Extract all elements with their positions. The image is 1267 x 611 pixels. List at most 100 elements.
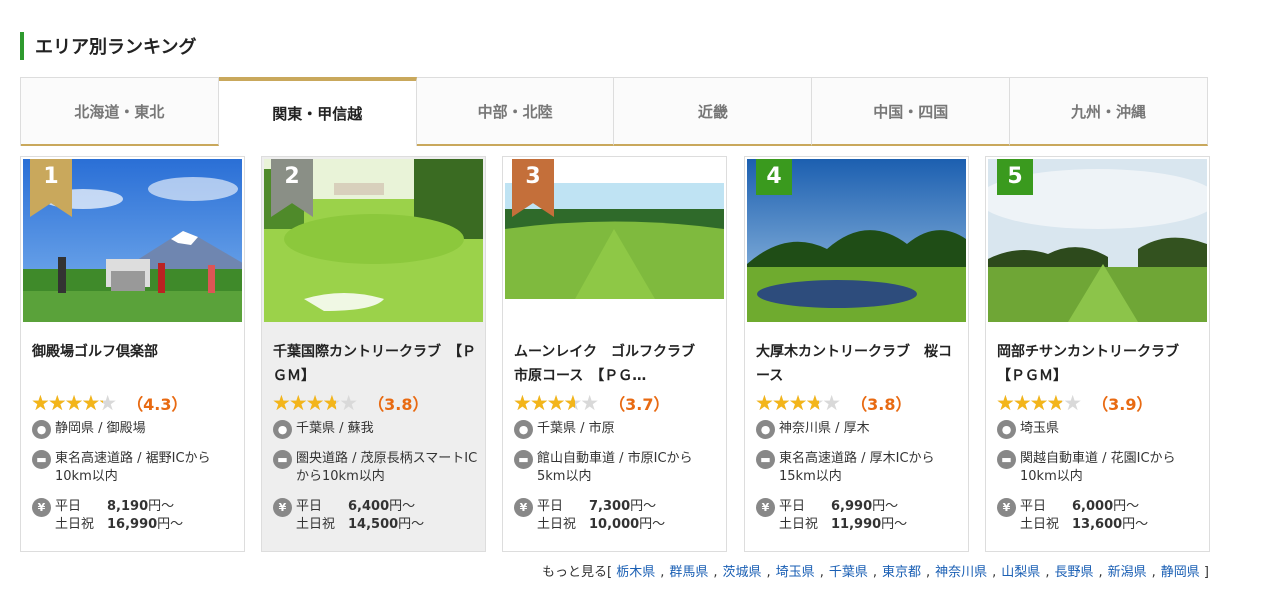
weekday-amount: 7,300 (589, 499, 631, 514)
course-card[interactable]: 3 ムーンレイク ゴルフクラブ 市原コース 【ＰＧ… ★★★★★★★★★★ （3.7）… (502, 156, 727, 552)
course-card[interactable]: 1 御殿場ゴルフ倶楽部 ★★★★★★★★★★ （4.3） ● 静岡県 / 御殿場 ▬東名高速… (20, 156, 245, 552)
course-access: ▬ 東名高速道路 / 裾野ICから10km以内 (32, 450, 237, 486)
access-text: 館山自動車道 / 市原ICから5km以内 (537, 451, 693, 484)
ranking-cards: 1御殿場ゴルフ倶楽部★★★★★★★★★★（4.3）●静岡県 / 御殿場▬東名高速… (20, 156, 1210, 552)
prefecture-link[interactable]: 栃木県 (616, 565, 655, 580)
access-text: 東名高速道路 / 厚木ICから15km以内 (779, 451, 935, 484)
section-title: エリア別ランキング (35, 37, 197, 58)
course-photo[interactable]: 5 (988, 159, 1207, 322)
weekday-label: 平日 (779, 499, 806, 514)
price-suffix: 円～ (148, 499, 175, 514)
weekday-price: 平日 6,000円～ (1020, 498, 1148, 516)
map-pin-icon: ● (997, 420, 1016, 439)
car-icon: ▬ (32, 450, 51, 469)
prefecture-link[interactable]: 東京都 (882, 565, 921, 580)
location-text: 埼玉県 (1020, 421, 1060, 436)
course-card[interactable]: 2 千葉国際カントリークラブ 【ＰＧＭ】 ★★★★★★★★★★ （3.8） ● 千葉県 /… (261, 156, 486, 552)
weekday-amount: 8,190 (107, 499, 149, 514)
tab-3[interactable]: 中部・北陸 (416, 77, 615, 146)
holiday-price: 土日祝 10,000円～ (537, 516, 665, 534)
rating-score: （3.8） (851, 395, 912, 414)
yen-icon: ¥ (514, 498, 533, 517)
star-rating-icon: ★★★★★★★★★★ (272, 391, 358, 415)
holiday-price: 土日祝 16,990円～ (55, 516, 183, 534)
separator: , (872, 565, 877, 580)
separator: , (926, 565, 931, 580)
course-access: ▬ 関越自動車道 / 花園ICから10km以内 (997, 450, 1202, 486)
course-price: ¥ 平日 7,300円～ 土日祝 10,000円～ (514, 498, 719, 534)
star-rating-fill: ★★★★★ (513, 392, 576, 414)
separator: , (660, 565, 665, 580)
star-rating-fill: ★★★★★ (272, 392, 336, 414)
price-lines: 平日 6,990円～ 土日祝 11,990円～ (779, 498, 907, 534)
heading-accent-bar (20, 32, 24, 60)
course-access: ▬ 東名高速道路 / 厚木ICから15km以内 (756, 450, 961, 486)
prefecture-link[interactable]: 長野県 (1054, 565, 1093, 580)
weekday-price: 平日 7,300円～ (537, 498, 665, 516)
weekday-label: 平日 (296, 499, 323, 514)
rating-score: （4.3） (127, 395, 188, 414)
car-icon: ▬ (273, 450, 292, 469)
course-location: ● 静岡県 / 御殿場 (32, 420, 237, 439)
course-name[interactable]: 千葉国際カントリークラブ 【ＰＧＭ】 (273, 340, 478, 388)
star-rating-icon: ★★★★★★★★★★ (755, 391, 841, 415)
tab-2[interactable]: 関東・甲信越 (218, 77, 417, 146)
weekday-label: 平日 (55, 499, 82, 514)
weekday-amount: 6,000 (1072, 499, 1114, 514)
price-suffix: 円～ (398, 517, 425, 532)
rank-badge: 5 (997, 159, 1033, 195)
holiday-amount: 11,990 (831, 517, 882, 532)
separator: , (1098, 565, 1103, 580)
holiday-label: 土日祝 (296, 517, 336, 532)
car-icon: ▬ (997, 450, 1016, 469)
yen-icon: ¥ (32, 498, 51, 517)
prefecture-link[interactable]: 埼玉県 (776, 565, 815, 580)
course-location: ● 千葉県 / 蘇我 (273, 420, 478, 439)
weekday-label: 平日 (1020, 499, 1047, 514)
price-lines: 平日 6,000 円～ 土日祝 13,600円～ (1020, 498, 1148, 534)
course-photo[interactable]: 4 (747, 159, 966, 322)
rating: ★★★★★★★★★★ （3.8） (272, 391, 429, 415)
tab-1[interactable]: 北海道・東北 (21, 77, 219, 146)
prefecture-link[interactable]: 新潟県 (1108, 565, 1147, 580)
prefecture-link[interactable]: 千葉県 (829, 565, 868, 580)
course-photo[interactable]: 3 (505, 159, 724, 322)
star-rating-icon: ★★★★★★★★★★ (31, 391, 117, 415)
course-price: ¥ 平日 8,190円～ 土日祝 16,990円～ (32, 498, 237, 534)
tab-5[interactable]: 中国・四国 (812, 77, 1011, 146)
star-rating-fill: ★★★★★ (755, 392, 819, 414)
prefecture-link[interactable]: 静岡県 (1161, 565, 1200, 580)
price-suffix: 円～ (630, 499, 657, 514)
course-access: ▬ 圏央道路 / 茂原長柄スマートICから10km以内 (273, 450, 478, 486)
map-pin-icon: ● (273, 420, 292, 439)
yen-icon: ¥ (756, 498, 775, 517)
prefecture-link[interactable]: 群馬県 (669, 565, 708, 580)
rating: ★★★★★★★★★★ （3.8） (755, 391, 912, 415)
price-suffix: 円～ (872, 499, 899, 514)
rating-score: （3.7） (609, 395, 670, 414)
location-text: 静岡県 / 御殿場 (55, 421, 146, 436)
access-text: 圏央道路 / 茂原長柄スマートICから10km以内 (296, 451, 478, 484)
holiday-price: 土日祝 13,600円～ (1020, 516, 1148, 534)
holiday-amount: 16,990 (107, 517, 158, 532)
prefecture-link[interactable]: 茨城県 (723, 565, 762, 580)
section-heading: エリア別ランキング (20, 32, 196, 60)
prefecture-link[interactable]: 神奈川県 (935, 565, 987, 580)
course-card[interactable]: 5 岡部チサンカントリークラブ 【ＰＧＭ】 ★★★★★★★★★★ （3.9） ● 埼玉県 ▬… (985, 156, 1210, 552)
course-photo[interactable]: 1 (23, 159, 242, 322)
course-name[interactable]: 岡部チサンカントリークラブ 【ＰＧＭ】 (997, 340, 1202, 388)
prefecture-link[interactable]: 山梨県 (1001, 565, 1040, 580)
course-card[interactable]: 4 大厚木カントリークラブ 桜コース ★★★★★★★★★★ （3.8） ● 神奈川県 / … (744, 156, 969, 552)
course-name[interactable]: 御殿場ゴルフ倶楽部 (32, 340, 237, 364)
price-lines: 平日 6,400円～ 土日祝 14,500円～ (296, 498, 424, 534)
separator: , (713, 565, 718, 580)
course-location: ● 神奈川県 / 厚木 (756, 420, 961, 439)
price-suffix: 円～ (1122, 517, 1149, 532)
weekday-amount: 6,400 (348, 499, 390, 514)
tab-6[interactable]: 九州・沖縄 (1010, 77, 1208, 146)
tab-4[interactable]: 近畿 (614, 77, 813, 146)
price-suffix: 円～ (639, 517, 666, 532)
course-photo[interactable]: 2 (264, 159, 483, 322)
course-name[interactable]: ムーンレイク ゴルフクラブ 市原コース 【ＰＧ… (514, 340, 719, 388)
course-name[interactable]: 大厚木カントリークラブ 桜コース (756, 340, 961, 388)
